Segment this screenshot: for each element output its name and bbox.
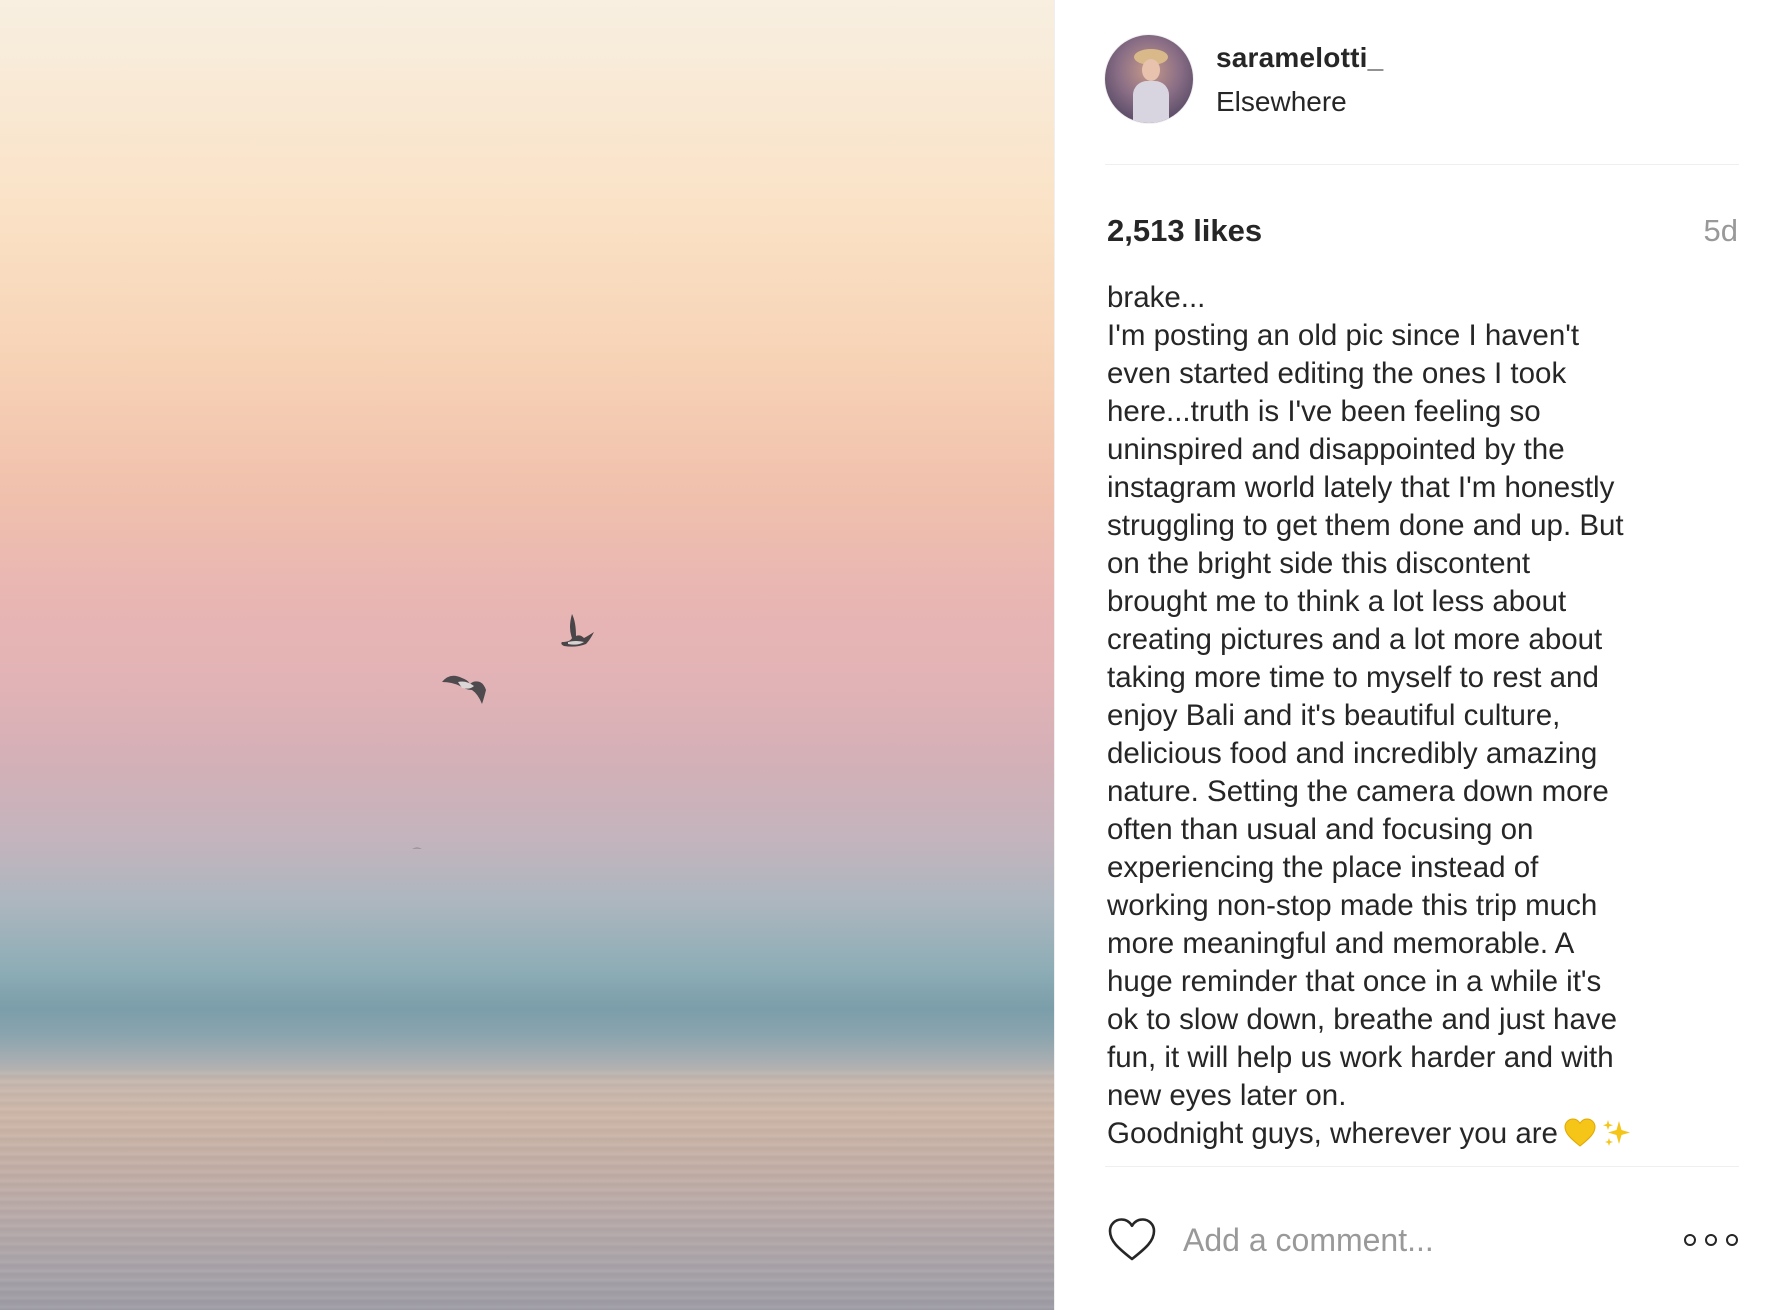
seagull-bird	[442, 675, 486, 704]
seagull-bird	[561, 614, 594, 647]
caption-line: brought me to think a lot less about	[1107, 585, 1567, 618]
caption-line: struggling to get them done and up. But	[1107, 509, 1624, 542]
avatar[interactable]	[1105, 35, 1193, 123]
caption-line: here...truth is I've been feeling so	[1107, 395, 1541, 428]
caption-last-line: Goodnight guys, wherever you are	[1107, 1115, 1747, 1153]
yellow-heart-icon	[1564, 1118, 1596, 1147]
likes-count[interactable]: 2,513 likes	[1107, 213, 1262, 249]
caption-line: I'm posting an old pic since I haven't	[1107, 319, 1580, 352]
caption-line: enjoy Bali and it's beautiful culture,	[1107, 699, 1561, 732]
caption-line: nature. Setting the camera down more	[1107, 775, 1609, 808]
post-side-panel: saramelotti_ Elsewhere 2,513 likes 5d br…	[1054, 0, 1786, 1310]
caption-line: taking more time to myself to rest and	[1107, 661, 1599, 694]
caption-line: brake...	[1107, 281, 1206, 314]
caption-line: even started editing the ones I took	[1107, 357, 1567, 390]
more-options-icon[interactable]	[1682, 1229, 1740, 1251]
caption-line: new eyes later on.	[1107, 1079, 1347, 1112]
caption-line: huge reminder that once in a while it's	[1107, 965, 1602, 998]
avatar-face	[1142, 59, 1160, 81]
caption-line: more meaningful and memorable. A	[1107, 927, 1575, 960]
caption-line: fun, it will help us work harder and wit…	[1107, 1041, 1614, 1074]
caption-line: Goodnight guys, wherever you are	[1107, 1117, 1558, 1150]
caption-line: creating pictures and a lot more about	[1107, 623, 1603, 656]
distant-bird	[412, 847, 422, 849]
divider	[1105, 1166, 1739, 1167]
caption-line: uninspired and disappointed by the	[1107, 433, 1565, 466]
caption-line: often than usual and focusing on	[1107, 813, 1534, 846]
heart-outline-icon[interactable]	[1107, 1216, 1157, 1262]
sparkles-icon	[1602, 1120, 1630, 1146]
caption-line: experiencing the place instead of	[1107, 851, 1539, 884]
caption-line: instagram world lately that I'm honestly	[1107, 471, 1615, 504]
add-comment-input[interactable]	[1183, 1218, 1663, 1262]
sea-surface	[0, 1070, 1054, 1310]
avatar-body	[1133, 81, 1169, 123]
instagram-post: saramelotti_ Elsewhere 2,513 likes 5d br…	[0, 0, 1786, 1310]
post-caption: brake... I'm posting an old pic since I …	[1107, 279, 1747, 1153]
post-age[interactable]: 5d	[1704, 213, 1738, 249]
caption-line: ok to slow down, breathe and just have	[1107, 1003, 1618, 1036]
location-link[interactable]: Elsewhere	[1216, 86, 1347, 118]
caption-line: working non-stop made this trip much	[1107, 889, 1598, 922]
post-photo[interactable]	[0, 0, 1054, 1310]
caption-line: on the bright side this discontent	[1107, 547, 1531, 580]
post-header	[1105, 35, 1739, 165]
caption-line: delicious food and incredibly amazing	[1107, 737, 1598, 770]
username-link[interactable]: saramelotti_	[1216, 42, 1383, 74]
